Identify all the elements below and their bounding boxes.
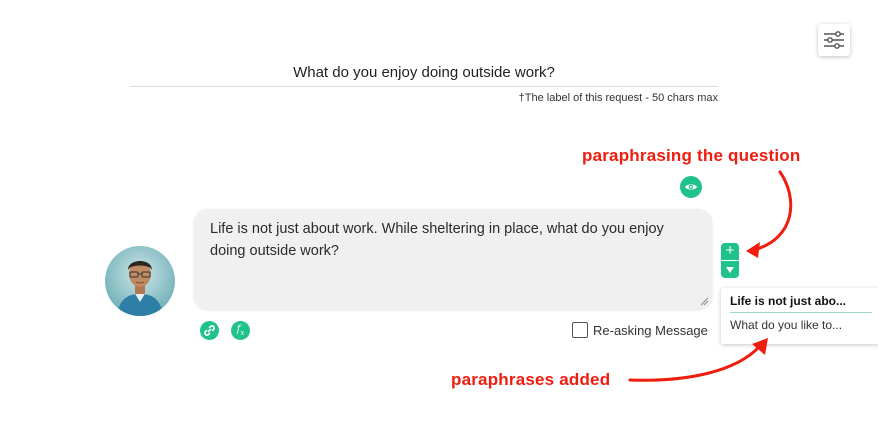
avatar xyxy=(105,246,175,316)
function-icon: fx xyxy=(236,324,245,337)
annotation-arrow-added xyxy=(628,338,768,382)
annotation-arrow-paraphrasing xyxy=(746,170,793,258)
resize-grip-icon[interactable] xyxy=(699,296,709,306)
annotation-paraphrases-added: paraphrases added xyxy=(451,370,611,389)
message-text: Life is not just about work. While shelt… xyxy=(210,221,664,259)
reasking-checkbox[interactable] xyxy=(572,322,588,338)
link-icon xyxy=(204,325,215,336)
message-textarea[interactable]: Life is not just about work. While shelt… xyxy=(194,209,712,309)
link-button[interactable] xyxy=(200,321,219,340)
settings-button[interactable] xyxy=(818,24,850,56)
paraphrase-item[interactable]: Life is not just abo... xyxy=(730,294,872,313)
add-paraphrase-button[interactable]: + xyxy=(721,243,739,260)
paraphrase-item[interactable]: What do you like to... xyxy=(730,318,872,332)
annotation-paraphrasing: paraphrasing the question xyxy=(582,146,801,165)
request-label-input[interactable]: What do you enjoy doing outside work? xyxy=(130,62,718,87)
preview-button[interactable] xyxy=(680,176,702,198)
expand-paraphrases-button[interactable] xyxy=(721,261,739,278)
sliders-icon xyxy=(824,31,844,49)
request-label-hint: †The label of this request - 50 chars ma… xyxy=(518,92,718,104)
caret-down-icon xyxy=(726,266,734,273)
function-button[interactable]: fx xyxy=(231,321,250,340)
eye-icon xyxy=(685,184,697,190)
